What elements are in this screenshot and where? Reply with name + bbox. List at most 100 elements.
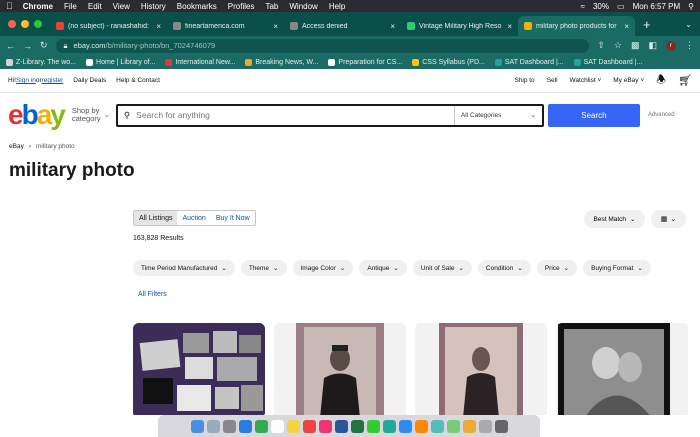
bookmark-item[interactable]: SAT Dashboard |... xyxy=(494,58,564,66)
tab-buy-it-now[interactable]: Buy It Now xyxy=(211,211,255,225)
view-toggle[interactable]: ▦ ⌄ xyxy=(651,210,686,228)
filter-chip[interactable]: Antique ⌄ xyxy=(359,260,407,276)
ebay-logo[interactable]: ebay xyxy=(8,101,66,129)
browser-tab[interactable]: Vintage Military High Reso × xyxy=(401,16,518,36)
help-contact-link[interactable]: Help & Contact xyxy=(116,77,160,84)
sidebar-icon[interactable]: ◧ xyxy=(648,40,657,51)
launchpad-icon[interactable] xyxy=(206,419,220,433)
bookmark-item[interactable]: International New... xyxy=(165,58,235,66)
new-tab-button[interactable]: + xyxy=(635,17,659,32)
excel-icon[interactable] xyxy=(350,419,364,433)
bookmark-item[interactable]: Z-Library. The wo... xyxy=(6,58,76,66)
menu-window[interactable]: Window xyxy=(289,2,317,11)
wifi-icon[interactable]: ≈ xyxy=(581,2,585,11)
menu-bookmarks[interactable]: Bookmarks xyxy=(177,2,217,11)
finder-icon[interactable] xyxy=(190,419,204,433)
bookmark-item[interactable]: Breaking News, W... xyxy=(245,58,318,66)
photos-icon[interactable] xyxy=(302,419,316,433)
clock[interactable]: Mon 6:57 PM xyxy=(633,2,681,11)
apple-icon[interactable]:  xyxy=(6,1,13,11)
browser-tab[interactable]: fineartamerica.com × xyxy=(167,16,284,36)
bookmark-item[interactable]: SAT Dashboard |... xyxy=(573,58,642,66)
menu-edit[interactable]: Edit xyxy=(88,2,102,11)
trash-icon[interactable] xyxy=(494,419,508,433)
menu-tab[interactable]: Tab xyxy=(265,2,278,11)
menu-file[interactable]: File xyxy=(64,2,77,11)
more-menu-icon[interactable]: ⋮ xyxy=(685,40,694,51)
breadcrumb-ebay[interactable]: eBay xyxy=(9,143,24,150)
reload-icon[interactable]: ↻ xyxy=(40,40,48,51)
menu-history[interactable]: History xyxy=(141,2,166,11)
facetime-icon[interactable] xyxy=(382,419,396,433)
zoom-window-button[interactable] xyxy=(34,20,42,28)
minimize-window-button[interactable] xyxy=(21,20,29,28)
android-icon[interactable] xyxy=(446,419,460,433)
bookmark-item[interactable]: Preparation for CS... xyxy=(328,58,402,66)
product-card-image[interactable] xyxy=(133,323,265,415)
app-store-icon[interactable] xyxy=(398,419,412,433)
app-icon[interactable] xyxy=(462,419,476,433)
close-window-button[interactable] xyxy=(8,20,16,28)
cart-icon[interactable]: 🛒︎ xyxy=(678,74,692,87)
search-input[interactable]: ⚲ Search for anything xyxy=(118,110,454,121)
filter-chip[interactable]: Image Color ⌄ xyxy=(292,260,354,276)
my-ebay-link[interactable]: My eBay ˅ xyxy=(613,77,644,84)
close-tab-icon[interactable]: × xyxy=(507,22,512,31)
ship-to-link[interactable]: Ship to xyxy=(514,77,534,84)
browser-tab-active[interactable]: military photo products for × xyxy=(518,16,635,36)
messages-icon[interactable] xyxy=(366,419,380,433)
folder-icon[interactable] xyxy=(478,419,492,433)
menu-app-name[interactable]: Chrome xyxy=(23,2,53,11)
filter-chip[interactable]: Time Period Manufactured ⌄ xyxy=(133,260,235,276)
app-icon[interactable] xyxy=(414,419,428,433)
filter-chip[interactable]: Buying Format ⌄ xyxy=(583,260,651,276)
bookmark-item[interactable]: Home | Library of... xyxy=(86,58,155,66)
app-icon[interactable] xyxy=(430,419,444,433)
profile-avatar[interactable]: r xyxy=(666,40,676,51)
all-filters-link[interactable]: All Filters xyxy=(138,291,167,298)
bookmark-star-icon[interactable]: ☆ xyxy=(614,40,622,51)
app-icon[interactable] xyxy=(318,419,332,433)
bell-icon[interactable]: 🕭︎ xyxy=(656,71,666,90)
filter-chip[interactable]: Theme ⌄ xyxy=(240,260,287,276)
forward-icon[interactable]: → xyxy=(23,41,32,51)
shop-by-category-button[interactable]: Shop by category ⌄ xyxy=(72,106,110,124)
tab-all-listings[interactable]: All Listings xyxy=(134,211,178,225)
share-icon[interactable]: ⇧ xyxy=(597,40,605,51)
browser-tab[interactable]: Access denied × xyxy=(284,16,401,36)
daily-deals-link[interactable]: Daily Deals xyxy=(73,77,106,84)
sell-link[interactable]: Sell xyxy=(547,77,558,84)
sort-dropdown[interactable]: Best Match ⌄ xyxy=(584,210,645,228)
battery-icon[interactable]: ▭ xyxy=(617,2,625,11)
filter-chip[interactable]: Price ⌄ xyxy=(536,260,578,276)
tab-auction[interactable]: Auction xyxy=(177,211,210,225)
watchlist-link[interactable]: Watchlist ˅ xyxy=(570,77,602,84)
close-tab-icon[interactable]: × xyxy=(273,22,278,31)
filter-chip[interactable]: Unit of Sale ⌄ xyxy=(412,260,472,276)
url-bar[interactable]: 🔒︎ ebay.com/b/military-photo/bn_70247460… xyxy=(55,38,590,53)
calendar-icon[interactable] xyxy=(270,419,284,433)
register-link[interactable]: register xyxy=(42,77,64,84)
bookmark-item[interactable]: CSS Syllabus (PD... xyxy=(412,58,485,66)
advanced-search-link[interactable]: Advanced xyxy=(648,112,675,118)
tab-search-chevron-icon[interactable]: ⌄ xyxy=(685,20,700,29)
search-icon[interactable]: ⚲ xyxy=(688,2,694,11)
search-button[interactable]: Search xyxy=(547,103,640,127)
safari-icon[interactable] xyxy=(238,419,252,433)
notes-icon[interactable] xyxy=(286,419,300,433)
product-card-image[interactable] xyxy=(556,323,688,415)
close-tab-icon[interactable]: × xyxy=(156,22,161,31)
extensions-puzzle-icon[interactable]: ▩ xyxy=(631,40,640,51)
menu-help[interactable]: Help xyxy=(329,2,345,11)
menu-view[interactable]: View xyxy=(113,2,130,11)
chrome-icon[interactable] xyxy=(254,419,268,433)
browser-tab[interactable]: (no subject) - raniashahid: × xyxy=(50,16,167,36)
close-tab-icon[interactable]: × xyxy=(390,22,395,31)
sign-in-link[interactable]: Sign in xyxy=(16,77,36,84)
close-tab-icon[interactable]: × xyxy=(624,22,629,31)
system-preferences-icon[interactable] xyxy=(222,419,236,433)
filter-chip[interactable]: Condition ⌄ xyxy=(477,260,531,276)
product-card-image[interactable] xyxy=(274,323,406,415)
category-select[interactable]: All Categories ⌄ xyxy=(453,105,542,125)
back-icon[interactable]: ← xyxy=(6,41,15,51)
